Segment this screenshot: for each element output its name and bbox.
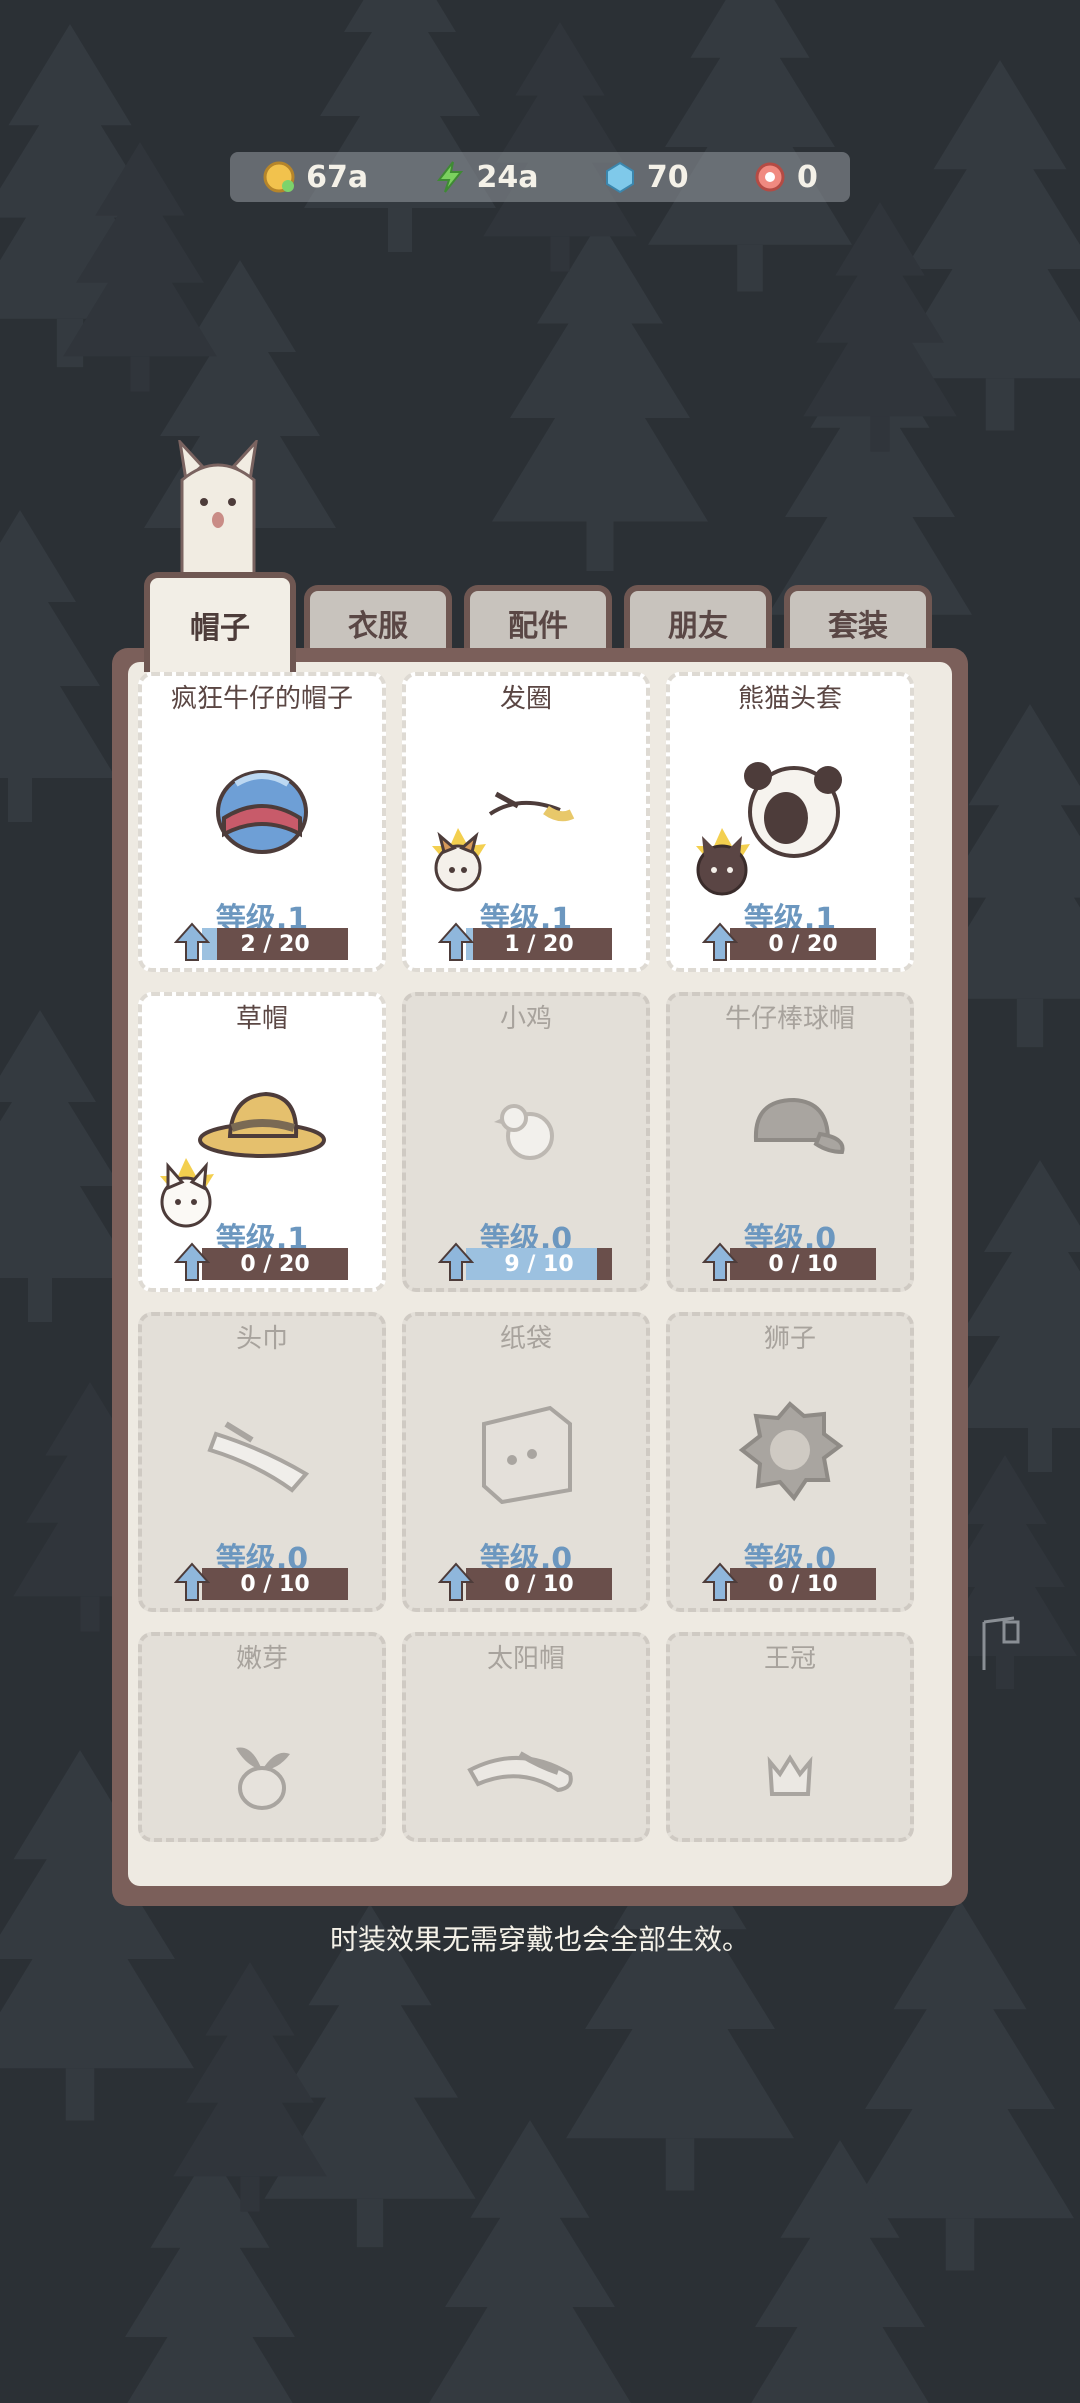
lion-mane-icon bbox=[738, 1401, 844, 1502]
item-name: 王冠 bbox=[763, 1644, 816, 1674]
wardrobe-panel: 疯狂牛仔的帽子 等级.1 2 / 20 发圈 等级.1 1 / 20 熊猫头套 等级.1 0 /… bbox=[112, 648, 968, 1906]
item-card[interactable]: 发圈 等级.1 1 / 20 bbox=[402, 672, 650, 972]
upgrade-progress-text: 0 / 20 bbox=[240, 1251, 310, 1277]
chick-icon bbox=[494, 1104, 554, 1160]
upgrade-progress-text: 1 / 20 bbox=[504, 931, 574, 957]
helmet-icon bbox=[216, 770, 308, 854]
upgrade-progress-bar: 1 / 20 bbox=[466, 928, 612, 960]
upgrade-progress-bar: 0 / 10 bbox=[730, 1248, 876, 1280]
baseball-cap-icon bbox=[753, 1097, 845, 1155]
item-card[interactable]: 太阳帽 bbox=[402, 1632, 650, 1842]
tab-clothes[interactable]: 衣服 bbox=[304, 585, 452, 655]
item-name: 发圈 bbox=[499, 684, 552, 714]
item-card[interactable]: 王冠 bbox=[666, 1632, 914, 1842]
upgrade-arrow-icon[interactable] bbox=[702, 922, 738, 962]
currency-candy-value: 0 bbox=[796, 159, 818, 195]
item-card[interactable]: 小鸡 等级.0 9 / 10 bbox=[402, 992, 650, 1292]
item-name: 牛仔棒球帽 bbox=[724, 1004, 855, 1034]
currency-coins[interactable]: 67a bbox=[262, 160, 368, 195]
upgrade-arrow-icon[interactable] bbox=[438, 1562, 474, 1602]
upgrade-arrow-icon[interactable] bbox=[438, 922, 474, 962]
lightning-icon bbox=[436, 161, 463, 193]
tab-sets[interactable]: 套装 bbox=[784, 585, 932, 655]
item-card[interactable]: 牛仔棒球帽 等级.0 0 / 10 bbox=[666, 992, 914, 1292]
currency-gems[interactable]: 70 bbox=[603, 160, 689, 195]
lantern-icon bbox=[982, 1616, 1020, 1670]
tab-hats[interactable]: 帽子 bbox=[144, 572, 296, 672]
item-name: 狮子 bbox=[763, 1324, 816, 1354]
sprout-icon bbox=[236, 1747, 290, 1810]
paper-bag-icon bbox=[482, 1405, 572, 1504]
item-card[interactable]: 头巾 等级.0 0 / 10 bbox=[138, 1312, 386, 1612]
upgrade-progress-text: 9 / 10 bbox=[504, 1251, 574, 1277]
currency-bar: 67a 24a 70 0 bbox=[230, 152, 850, 202]
item-card[interactable]: 纸袋 等级.0 0 / 10 bbox=[402, 1312, 650, 1612]
item-name: 草帽 bbox=[235, 1004, 288, 1034]
upgrade-progress-bar: 9 / 10 bbox=[466, 1248, 612, 1280]
upgrade-progress-bar: 2 / 20 bbox=[202, 928, 348, 960]
bandana-icon bbox=[207, 1421, 310, 1493]
upgrade-arrow-icon[interactable] bbox=[438, 1242, 474, 1282]
item-card[interactable]: 熊猫头套 等级.1 0 / 20 bbox=[666, 672, 914, 972]
tab-label: 朋友 bbox=[668, 609, 728, 644]
llama-mascot bbox=[178, 440, 258, 578]
item-name: 疯狂牛仔的帽子 bbox=[170, 684, 353, 714]
upgrade-progress-text: 2 / 20 bbox=[240, 931, 310, 957]
currency-energy-value: 24a bbox=[476, 159, 539, 195]
item-card[interactable]: 嫩芽 bbox=[138, 1632, 386, 1842]
currency-energy[interactable]: 24a bbox=[433, 160, 539, 195]
upgrade-progress-text: 0 / 10 bbox=[768, 1251, 838, 1277]
sun-hat-icon bbox=[467, 1751, 573, 1793]
item-name: 太阳帽 bbox=[486, 1644, 565, 1674]
upgrade-arrow-icon[interactable] bbox=[174, 922, 210, 962]
upgrade-arrow-icon[interactable] bbox=[174, 1562, 210, 1602]
item-card[interactable]: 草帽 等级.1 0 / 20 bbox=[138, 992, 386, 1292]
coin-icon bbox=[263, 161, 295, 193]
item-name: 熊猫头套 bbox=[737, 684, 842, 714]
gem-icon bbox=[605, 161, 634, 194]
item-name: 小鸡 bbox=[499, 1004, 552, 1034]
item-grid: 疯狂牛仔的帽子 等级.1 2 / 20 发圈 等级.1 1 / 20 熊猫头套 等级.1 0 /… bbox=[128, 662, 952, 1886]
item-name: 纸袋 bbox=[499, 1324, 552, 1354]
item-name: 头巾 bbox=[235, 1324, 288, 1354]
tab-label: 配件 bbox=[508, 609, 568, 644]
upgrade-progress-text: 0 / 10 bbox=[504, 1571, 574, 1597]
upgrade-arrow-icon[interactable] bbox=[174, 1242, 210, 1282]
item-card[interactable]: 狮子 等级.0 0 / 10 bbox=[666, 1312, 914, 1612]
tab-accessories[interactable]: 配件 bbox=[464, 585, 612, 655]
upgrade-progress-bar: 0 / 10 bbox=[202, 1568, 348, 1600]
upgrade-progress-text: 0 / 10 bbox=[768, 1571, 838, 1597]
upgrade-progress-bar: 0 / 20 bbox=[202, 1248, 348, 1280]
upgrade-progress-text: 0 / 20 bbox=[768, 931, 838, 957]
tab-label: 套装 bbox=[828, 609, 888, 644]
upgrade-progress-text: 0 / 10 bbox=[240, 1571, 310, 1597]
item-card[interactable]: 疯狂牛仔的帽子 等级.1 2 / 20 bbox=[138, 672, 386, 972]
currency-candy[interactable]: 0 bbox=[753, 160, 818, 195]
tab-label: 帽子 bbox=[190, 611, 250, 646]
upgrade-progress-bar: 0 / 10 bbox=[730, 1568, 876, 1600]
crown-icon bbox=[767, 1754, 813, 1796]
footer-note: 时装效果无需穿戴也会全部生效。 bbox=[329, 1923, 750, 1956]
tab-label: 衣服 bbox=[348, 609, 408, 644]
upgrade-progress-bar: 0 / 20 bbox=[730, 928, 876, 960]
item-name: 嫩芽 bbox=[235, 1644, 288, 1674]
currency-coins-value: 67a bbox=[306, 159, 369, 195]
upgrade-progress-bar: 0 / 10 bbox=[466, 1568, 612, 1600]
tab-friends[interactable]: 朋友 bbox=[624, 585, 772, 655]
candy-icon bbox=[755, 162, 785, 192]
currency-gems-value: 70 bbox=[646, 159, 689, 195]
upgrade-arrow-icon[interactable] bbox=[702, 1562, 738, 1602]
upgrade-arrow-icon[interactable] bbox=[702, 1242, 738, 1282]
